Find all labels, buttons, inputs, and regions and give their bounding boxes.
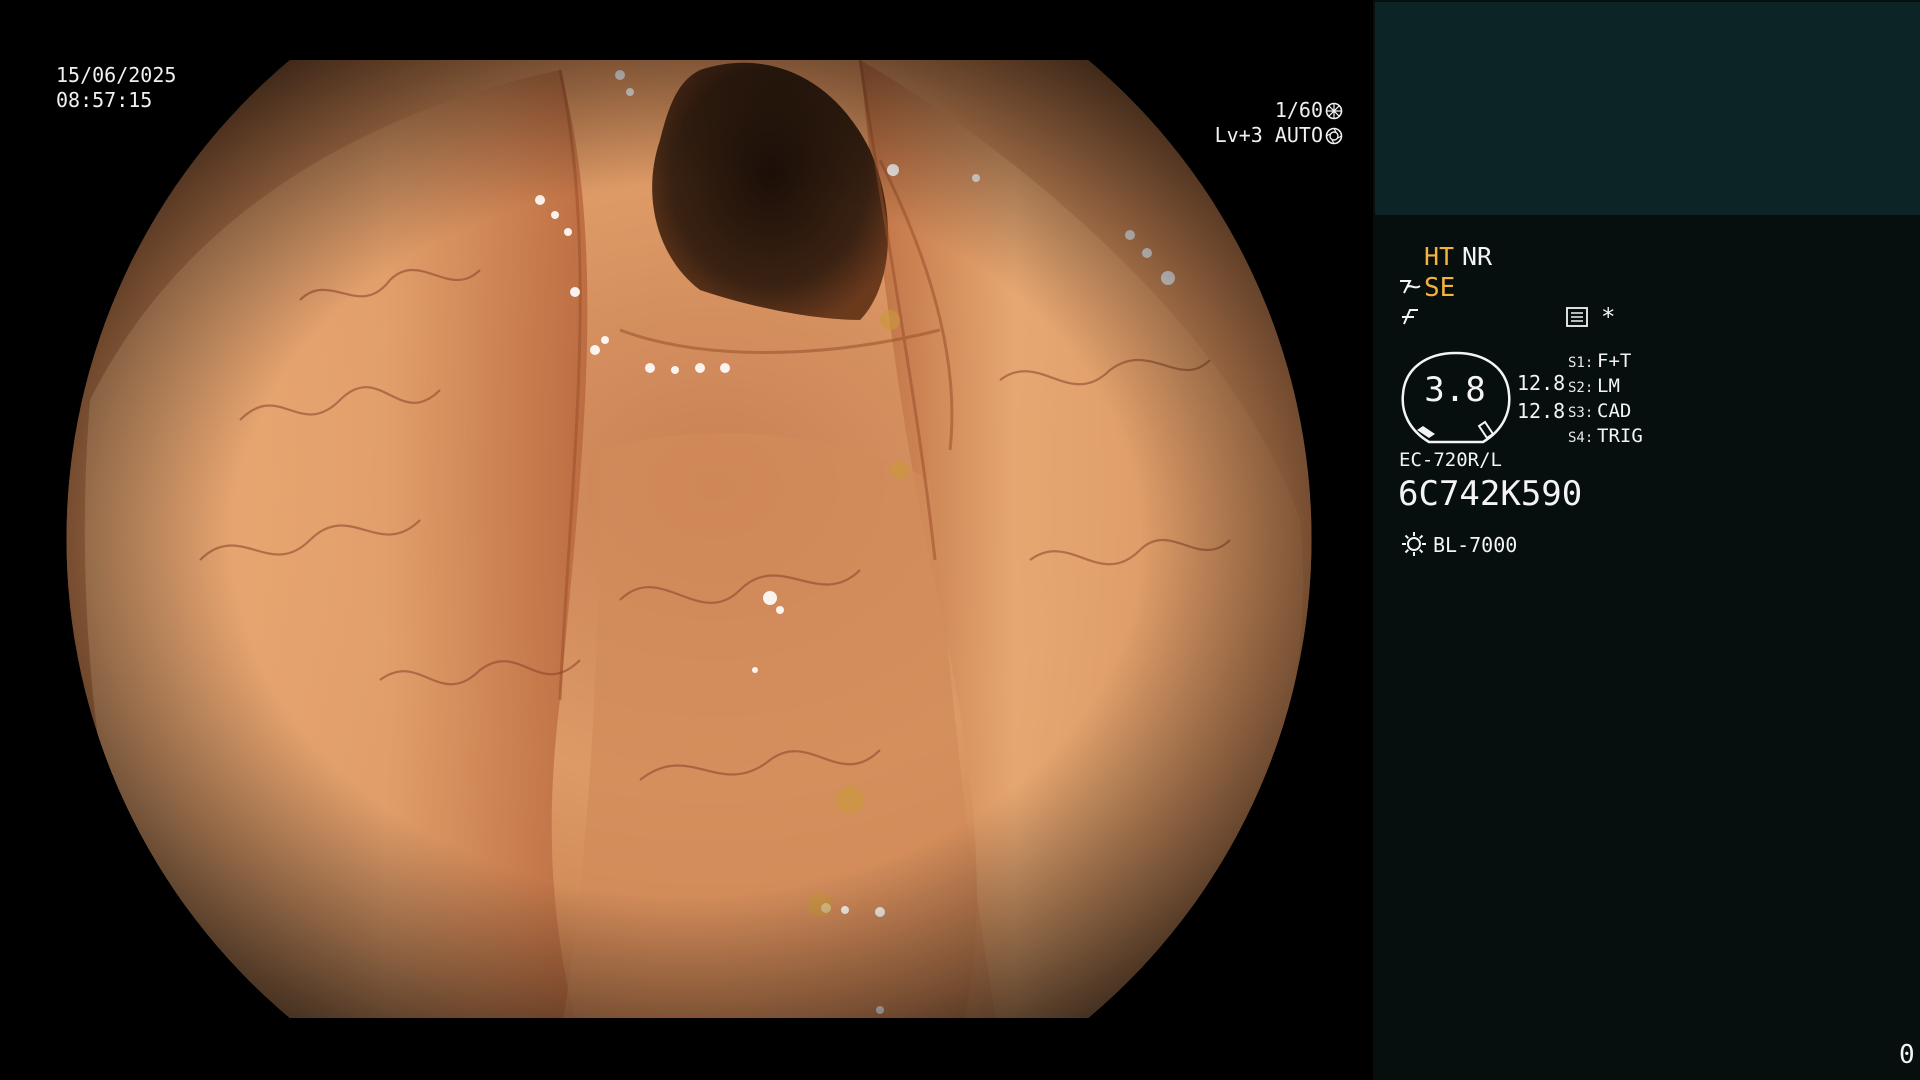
zoom-value: 3.8 (1424, 370, 1486, 410)
shutter-icon (1325, 102, 1343, 120)
value-bottom: 12.8 (1517, 399, 1566, 423)
scope-se-icon (1400, 280, 1421, 294)
star-indicator: * (1601, 303, 1616, 331)
switch-label: S3: (1568, 405, 1594, 421)
level-text: Lv+3 (1214, 123, 1263, 147)
switch-label: S4: (1568, 430, 1594, 446)
panel-header-area (1375, 2, 1920, 215)
exposure-overlay: 1/60 Lv+3 AUTO (1215, 98, 1343, 148)
switch-value: TRIG (1597, 425, 1643, 447)
switch-value: CAD (1597, 400, 1632, 422)
endoscopic-image (66, 60, 1312, 1018)
switch-value: F+T (1597, 350, 1632, 372)
info-panel: HT NR SE * 3.8 12.8 12.8 S1: F+T S2: LM … (1373, 0, 1920, 1080)
iris-icon (1325, 127, 1343, 145)
switch-label: S1: (1568, 355, 1594, 371)
shutter-text: 1/60 (1274, 98, 1323, 122)
ht-indicator: HT (1424, 242, 1455, 271)
scope-model: EC-720R/L (1399, 449, 1502, 471)
value-top: 12.8 (1517, 371, 1566, 395)
switch-value: LM (1597, 375, 1620, 397)
light-source: BL-7000 (1433, 533, 1518, 557)
frame-counter: 0 (1899, 1040, 1915, 1070)
switch-label: S2: (1568, 380, 1594, 396)
se-indicator: SE (1424, 273, 1456, 303)
menu-icon (1566, 307, 1588, 327)
edge-enhance-icon (1402, 309, 1418, 325)
date-text: 15/06/2025 (56, 63, 177, 87)
endoscope-view: 15/06/2025 08:57:15 1/60 Lv+3 AUTO (0, 0, 1373, 1080)
iris-text: AUTO (1274, 123, 1323, 147)
sun-icon (1402, 532, 1426, 556)
time-text: 08:57:15 (56, 88, 153, 112)
datetime-overlay: 15/06/2025 08:57:15 (56, 63, 176, 113)
scope-serial: 6C742K590 (1398, 474, 1583, 514)
nr-indicator: NR (1462, 242, 1493, 271)
